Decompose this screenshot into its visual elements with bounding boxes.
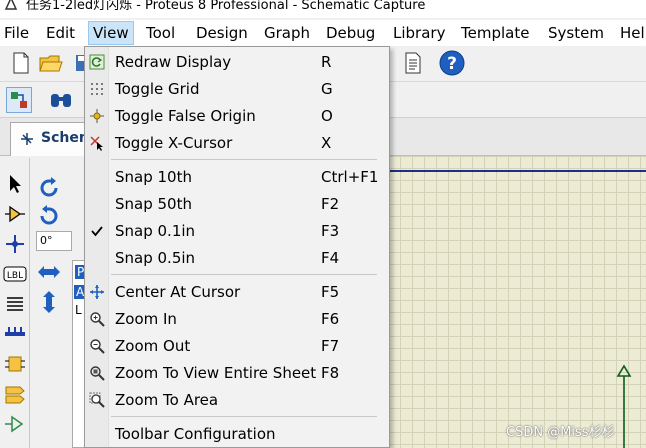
menu-library[interactable]: Library [393, 24, 445, 42]
mirror-horizontal-icon[interactable] [36, 260, 62, 284]
svg-text:?: ? [447, 54, 457, 74]
menu-item-toggle-grid[interactable]: Toggle Grid G [85, 76, 389, 103]
origin-icon [88, 107, 106, 125]
mirror-vertical-icon[interactable] [36, 290, 62, 314]
zoom-out-icon [88, 337, 106, 355]
center-icon [88, 283, 106, 301]
menu-help[interactable]: Help [620, 24, 646, 42]
menu-item-redraw-display[interactable]: Redraw Display R [85, 49, 389, 76]
selection-mode-icon[interactable] [2, 172, 28, 196]
tab-schematic[interactable]: Schem [10, 122, 90, 156]
menu-item-center-at-cursor[interactable]: Center At Cursor F5 [85, 279, 389, 306]
new-file-icon[interactable] [8, 50, 34, 76]
x-cursor-icon [88, 134, 106, 152]
menu-graph[interactable]: Graph [264, 24, 310, 42]
help-icon[interactable]: ? [439, 50, 465, 76]
object-list-item[interactable]: L [75, 303, 82, 317]
menu-item-zoom-out[interactable]: Zoom Out F7 [85, 333, 389, 360]
menu-item-zoom-to-view-entire-sheet[interactable]: Zoom To View Entire Sheet F8 [85, 360, 389, 387]
menu-template[interactable]: Template [461, 24, 529, 42]
junction-dot-icon[interactable] [2, 232, 28, 256]
terminal-icon[interactable] [2, 382, 28, 406]
tab-label: Schem [41, 130, 90, 146]
rotate-anticlockwise-icon[interactable] [36, 204, 62, 228]
menu-separator [111, 274, 377, 275]
menu-item-toggle-false-origin[interactable]: Toggle False Origin O [85, 103, 389, 130]
open-folder-icon[interactable] [38, 50, 64, 76]
menu-system[interactable]: System [548, 24, 604, 42]
zoom-fit-icon [88, 364, 106, 382]
menu-item-toggle-x-cursor[interactable]: Toggle X-Cursor X [85, 130, 389, 157]
menu-edit[interactable]: Edit [46, 24, 75, 42]
check-icon [88, 222, 106, 240]
view-menu-dropdown: Redraw Display R Toggle Grid G Toggle Fa… [84, 46, 390, 448]
wire-label-icon[interactable]: LBL [2, 262, 28, 286]
watermark: CSDN @Miss杉杉 [506, 425, 615, 440]
menu-separator [111, 159, 377, 160]
menu-separator [111, 416, 377, 417]
component-mode-icon[interactable] [2, 202, 28, 226]
schematic-mode-icon[interactable] [6, 87, 32, 113]
subcircuit-icon[interactable] [2, 352, 28, 376]
redraw-icon [88, 53, 106, 71]
menu-item-snap-0-5in[interactable]: Snap 0.5in F4 [85, 245, 389, 272]
rotate-clockwise-icon[interactable] [36, 176, 62, 200]
window-title: 任务1-2led灯闪烁 - Proteus 8 Professional - S… [26, 0, 426, 13]
rotation-panel [32, 160, 70, 448]
title-bar: 任务1-2led灯闪烁 - Proteus 8 Professional - S… [0, 0, 646, 18]
menu-item-zoom-in[interactable]: Zoom In F6 [85, 306, 389, 333]
bus-icon[interactable] [2, 322, 28, 346]
rotation-angle-field[interactable]: 0° [36, 231, 72, 251]
menu-design[interactable]: Design [196, 24, 248, 42]
ground-arrow-icon [616, 364, 632, 448]
device-pin-icon[interactable] [2, 412, 28, 436]
menu-view[interactable]: View [88, 21, 134, 45]
menu-debug[interactable]: Debug [326, 24, 375, 42]
zoom-area-icon [88, 391, 106, 409]
document-icon[interactable] [400, 50, 426, 76]
menu-item-snap-0-1in[interactable]: Snap 0.1in F3 [85, 218, 389, 245]
proteus-logo-icon [4, 0, 18, 10]
svg-text:LBL: LBL [7, 271, 23, 281]
menu-item-toolbar-configuration[interactable]: Toolbar Configuration [85, 421, 389, 448]
mode-toolbar: LBL [0, 158, 30, 448]
menu-item-zoom-to-area[interactable]: Zoom To Area [85, 387, 389, 414]
binoculars-icon[interactable] [48, 87, 74, 113]
grid-icon [88, 80, 106, 98]
text-script-icon[interactable] [2, 292, 28, 316]
zoom-in-icon [88, 310, 106, 328]
menu-bar: File Edit View Tool Design Graph Debug L… [0, 20, 646, 46]
menu-file[interactable]: File [4, 24, 29, 42]
schematic-tab-icon [21, 133, 33, 145]
sheet-border [376, 170, 646, 172]
menu-item-snap-50th[interactable]: Snap 50th F2 [85, 191, 389, 218]
menu-item-snap-10th[interactable]: Snap 10th Ctrl+F1 [85, 164, 389, 191]
menu-tool[interactable]: Tool [146, 24, 175, 42]
schematic-canvas[interactable] [376, 156, 646, 448]
